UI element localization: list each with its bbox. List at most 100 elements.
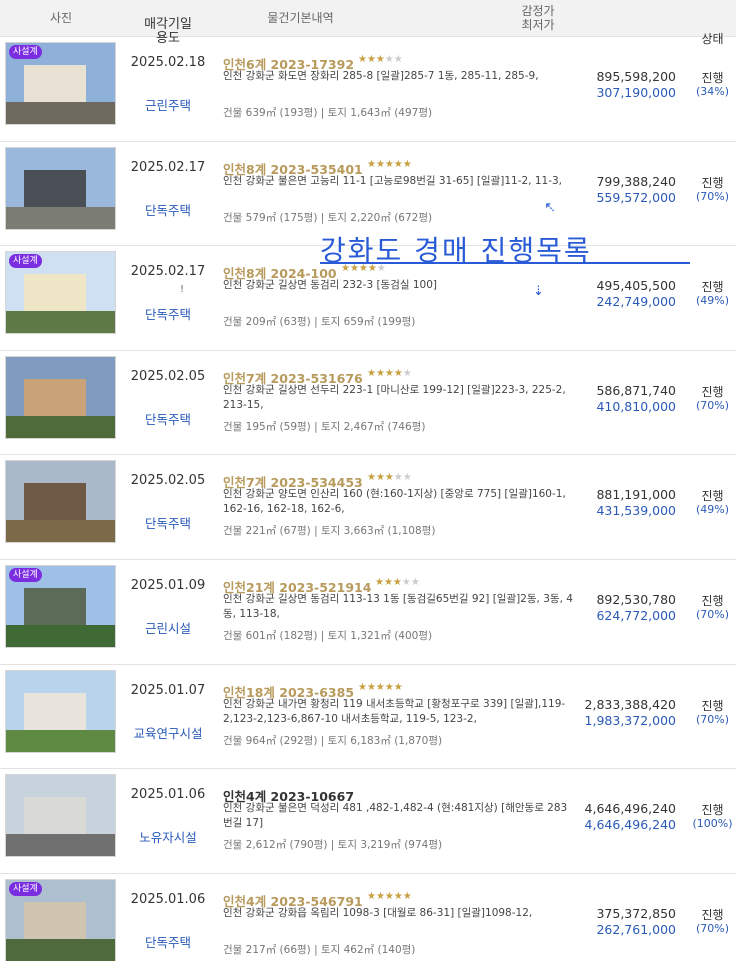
stars-filled: ★★★ <box>375 576 402 588</box>
rating-stars: ★★★★★ <box>367 159 412 170</box>
stars-filled: ★★★★★ <box>367 890 412 902</box>
rating-stars: ★★★★★ <box>358 54 403 65</box>
status-percent: (100%) <box>692 817 733 831</box>
property-area: 건물 579㎡ (175평) | 토지 2,220㎡ (672평) <box>223 211 433 224</box>
table-row[interactable]: 2025.02.05 단독주택 인천7계 2023-534453 ★★★★★ 인… <box>0 455 736 560</box>
minimum-price: 431,539,000 <box>596 503 676 519</box>
minimum-price: 1,983,372,000 <box>584 712 676 728</box>
minimum-price: 4,646,496,240 <box>584 817 676 833</box>
property-thumbnail[interactable]: 사설계 <box>5 564 116 648</box>
property-address: 인천 강화군 길상면 동검리 232-3 [동검실 100] <box>223 279 438 292</box>
appraisal-price: 495,405,500 <box>596 278 676 294</box>
usage-link[interactable]: 교육연구시설 <box>122 723 214 742</box>
status-percent: (70%) <box>695 398 730 412</box>
stars-filled: ★★★★★ <box>358 681 403 693</box>
header-minimum: 최저가 <box>521 18 555 32</box>
property-address: 인천 강화군 불은면 고능리 11-1 [고능로98번길 31-65] [일괄]… <box>223 174 563 187</box>
status-percent: (49%) <box>695 294 730 308</box>
status-percent: (49%) <box>695 503 730 517</box>
status-percent: (70%) <box>695 712 730 726</box>
status-percent: (70%) <box>695 607 730 621</box>
appraisal-price: 895,598,200 <box>596 69 676 84</box>
status-text: 진행 <box>701 698 724 713</box>
status-percent: (34%) <box>695 85 730 98</box>
rating-stars: ★★★★★ <box>367 472 412 483</box>
stars-filled: ★★★★ <box>367 367 403 379</box>
private-badge: 사설계 <box>9 881 42 896</box>
usage-link[interactable]: 노유자시설 <box>122 827 214 846</box>
sale-date: 2025.02.05 <box>130 473 206 489</box>
rating-stars: ★★★★★ <box>367 368 412 379</box>
usage-link[interactable]: 단독주택 <box>122 304 214 323</box>
appraisal-price: 892,530,780 <box>596 591 676 607</box>
property-address: 인천 강화군 내가면 황청리 119 내서초등학교 [황청포구로 339] [일… <box>223 697 566 725</box>
minimum-price: 624,772,000 <box>596 607 676 623</box>
usage-link[interactable]: 근린시설 <box>122 618 214 637</box>
stars-filled: ★★★ <box>367 472 394 484</box>
property-thumbnail[interactable] <box>5 355 116 439</box>
property-thumbnail[interactable] <box>5 774 116 858</box>
appraisal-price: 2,833,388,420 <box>584 696 676 712</box>
status-text: 진행 <box>701 489 724 504</box>
property-thumbnail[interactable]: 사설계 <box>5 42 116 125</box>
stars-empty: ★ <box>402 367 412 379</box>
auction-list: 사설계 2025.02.18 근린주택 인천6계 2023-17392 ★★★★… <box>0 37 736 961</box>
appraisal-price: 586,871,740 <box>596 382 676 398</box>
property-area: 건물 601㎡ (182평) | 토지 1,321㎡ (400평) <box>223 629 433 642</box>
status-text: 진행 <box>701 71 724 85</box>
table-header: 사진 매각기일 용도 물건기본내역 감정가 최저가 상태 <box>0 0 736 46</box>
property-address: 인천 강화군 길상면 선두리 223-1 [마니산로 199-12] [일괄]2… <box>223 383 566 411</box>
property-area: 건물 217㎡ (66평) | 토지 462㎡ (140평) <box>223 943 416 956</box>
sale-date: 2025.02.05 <box>130 368 206 384</box>
status-text: 진행 <box>701 907 724 922</box>
table-row[interactable]: 사설계 2025.01.09 근린시설 인천21계 2023-521914 ★★… <box>0 560 736 665</box>
stars-empty: ★★ <box>401 576 420 588</box>
property-address: 인천 강화군 강화읍 옥림리 1098-3 [대월로 86-31] [일괄]10… <box>223 906 533 919</box>
property-area: 건물 221㎡ (67평) | 토지 3,663㎡ (1,108평) <box>223 525 436 538</box>
private-badge: 사설계 <box>9 254 42 269</box>
table-row[interactable]: 2025.02.05 단독주택 인천7계 2023-531676 ★★★★★ 인… <box>0 351 736 456</box>
property-area: 건물 195㎡ (59평) | 토지 2,467㎡ (746평) <box>223 420 426 433</box>
rating-stars: ★★★★★ <box>375 577 420 588</box>
property-area: 건물 639㎡ (193평) | 토지 1,643㎡ (497평) <box>223 107 433 119</box>
sale-date: 2025.01.09 <box>130 577 206 593</box>
private-badge: 사설계 <box>9 567 42 582</box>
property-area: 건물 209㎡ (63평) | 토지 659㎡ (199평) <box>223 316 416 329</box>
property-thumbnail[interactable]: 사설계 <box>5 878 116 961</box>
minimum-price: 262,761,000 <box>596 921 676 937</box>
header-price: 감정가 최저가 <box>479 4 597 32</box>
usage-link[interactable]: 단독주택 <box>122 409 214 428</box>
overlay-underline <box>320 262 690 264</box>
table-row[interactable]: 사설계 2025.02.18 근린주택 인천6계 2023-17392 ★★★★… <box>0 37 736 142</box>
minimum-price: 242,749,000 <box>596 294 676 310</box>
arrow-down-icon: ⇣ <box>533 284 544 299</box>
sale-date: 2025.02.17 <box>130 264 206 280</box>
property-area: 건물 2,612㎡ (790평) | 토지 3,219㎡ (974평) <box>223 839 443 852</box>
appraisal-price: 799,388,240 <box>596 173 676 189</box>
status-text: 진행 <box>701 175 724 190</box>
usage-link[interactable]: 근린주택 <box>122 95 214 114</box>
usage-link[interactable]: 단독주택 <box>122 513 214 532</box>
table-row[interactable]: 2025.01.07 교육연구시설 인천18계 2023-6385 ★★★★★ … <box>0 665 736 770</box>
property-address: 인천 강화군 화도면 장화리 285-8 [일괄]285-7 1동, 285-1… <box>223 70 539 82</box>
table-row[interactable]: 2025.01.06 노유자시설 인천4계 2023-10667 인천 강화군 … <box>0 769 736 874</box>
stars-empty: ★★ <box>384 54 403 65</box>
rating-stars: ★★★★★ <box>367 891 412 902</box>
property-thumbnail[interactable]: 사설계 <box>5 251 116 335</box>
status-text: 진행 <box>701 593 724 608</box>
property-address: 인천 강화군 길상면 동검리 113-13 1동 [동검길65번길 92] [일… <box>223 592 573 620</box>
table-row[interactable]: 사설계 2025.01.06 단독주택 인천4계 2023-546791 ★★★… <box>0 874 736 961</box>
header-appraisal: 감정가 <box>521 4 555 18</box>
minimum-price: 410,810,000 <box>596 398 676 414</box>
usage-link[interactable]: 단독주택 <box>122 932 214 951</box>
header-date: 매각기일 <box>144 17 192 32</box>
minimum-price: 307,190,000 <box>596 85 676 100</box>
usage-link[interactable]: 단독주택 <box>122 200 214 219</box>
property-thumbnail[interactable] <box>5 146 116 230</box>
sale-date: 2025.01.06 <box>130 891 206 907</box>
property-thumbnail[interactable] <box>5 460 116 544</box>
property-thumbnail[interactable] <box>5 669 116 753</box>
status-percent: (70%) <box>695 189 730 203</box>
status-text: 진행 <box>701 280 724 295</box>
stars-filled: ★★★ <box>358 54 385 65</box>
